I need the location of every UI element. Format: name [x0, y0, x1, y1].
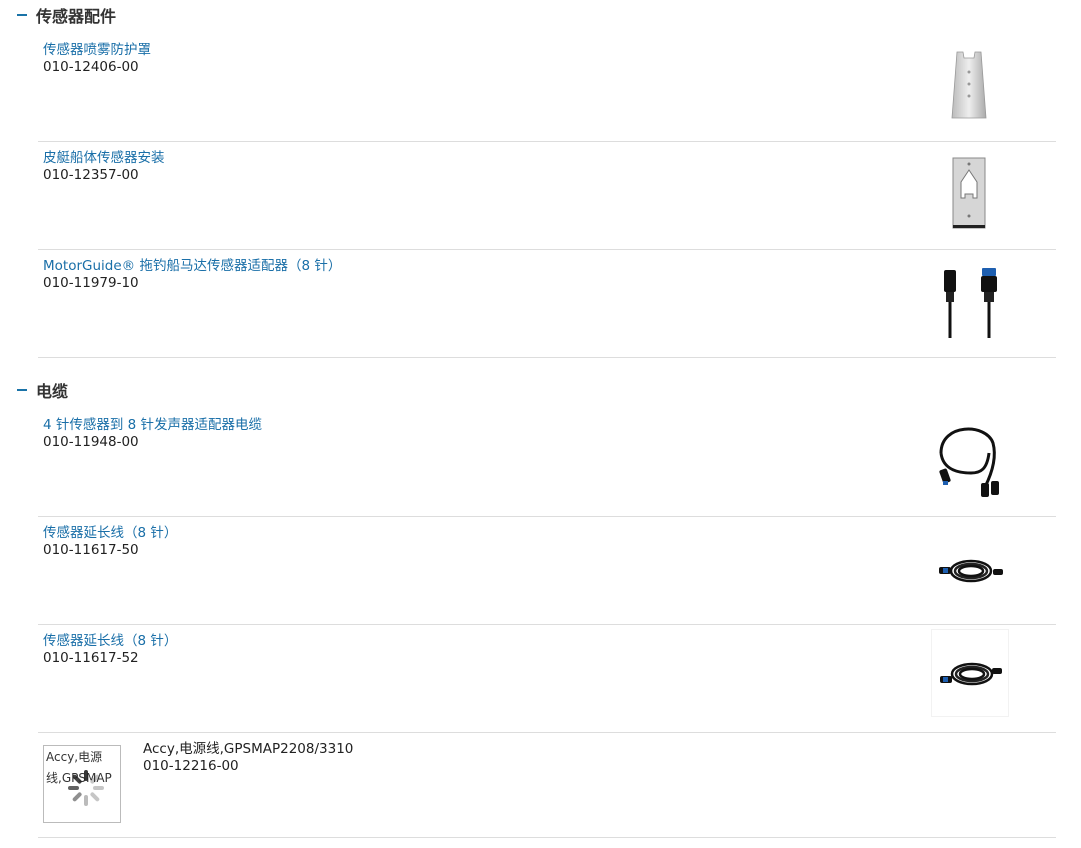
collapse-icon[interactable]: [17, 14, 27, 16]
collapse-icon[interactable]: [17, 389, 27, 391]
product-row: 4 针传感器到 8 针发声器适配器电缆 010-11948-00: [38, 409, 1056, 517]
part-number: 010-11617-52: [43, 650, 139, 666]
y-cable-icon[interactable]: [931, 413, 1007, 499]
spray-shield-icon[interactable]: [931, 38, 1007, 124]
section-header[interactable]: 电缆: [17, 378, 68, 402]
part-number: 010-12216-00: [143, 758, 239, 774]
part-number: 010-11979-10: [43, 275, 139, 291]
product-row: 皮艇船体传感器安装 010-12357-00: [38, 142, 1056, 250]
product-link[interactable]: MotorGuide® 拖钓船马达传感器适配器（8 针）: [43, 254, 341, 274]
coiled-cable-icon[interactable]: [931, 521, 1007, 607]
coiled-cable-icon[interactable]: [931, 629, 1009, 717]
product-image-broken[interactable]: Accy,电源线,GPSMAP: [43, 745, 121, 823]
product-name: Accy,电源线,GPSMAP2208/3310: [143, 741, 354, 757]
mount-plate-icon[interactable]: [931, 146, 1007, 232]
product-row: MotorGuide® 拖钓船马达传感器适配器（8 针） 010-11979-1…: [38, 250, 1056, 358]
product-row: 传感器喷雾防护罩 010-12406-00: [38, 34, 1056, 142]
part-number: 010-12357-00: [43, 167, 139, 183]
part-number: 010-11617-50: [43, 542, 139, 558]
product-link[interactable]: 传感器延长线（8 针）: [43, 629, 177, 649]
product-row: Accy,电源线,GPSMAP Accy,电源线,GPSMAP2208/3310…: [38, 733, 1056, 838]
part-number: 010-11948-00: [43, 434, 139, 450]
section-title: 传感器配件: [36, 7, 117, 26]
section-header[interactable]: 传感器配件: [17, 3, 116, 27]
product-link[interactable]: 皮艇船体传感器安装: [43, 146, 165, 166]
section-title: 电缆: [36, 382, 69, 401]
product-link[interactable]: 传感器延长线（8 针）: [43, 521, 177, 541]
part-number: 010-12406-00: [43, 59, 139, 75]
product-row: 传感器延长线（8 针） 010-11617-52: [38, 625, 1056, 733]
connector-pair-icon[interactable]: [931, 254, 1007, 340]
product-link[interactable]: 4 针传感器到 8 针发声器适配器电缆: [43, 413, 262, 433]
loading-spinner-icon: [68, 770, 104, 806]
product-row: 传感器延长线（8 针） 010-11617-50: [38, 517, 1056, 625]
product-link[interactable]: 传感器喷雾防护罩: [43, 38, 151, 58]
